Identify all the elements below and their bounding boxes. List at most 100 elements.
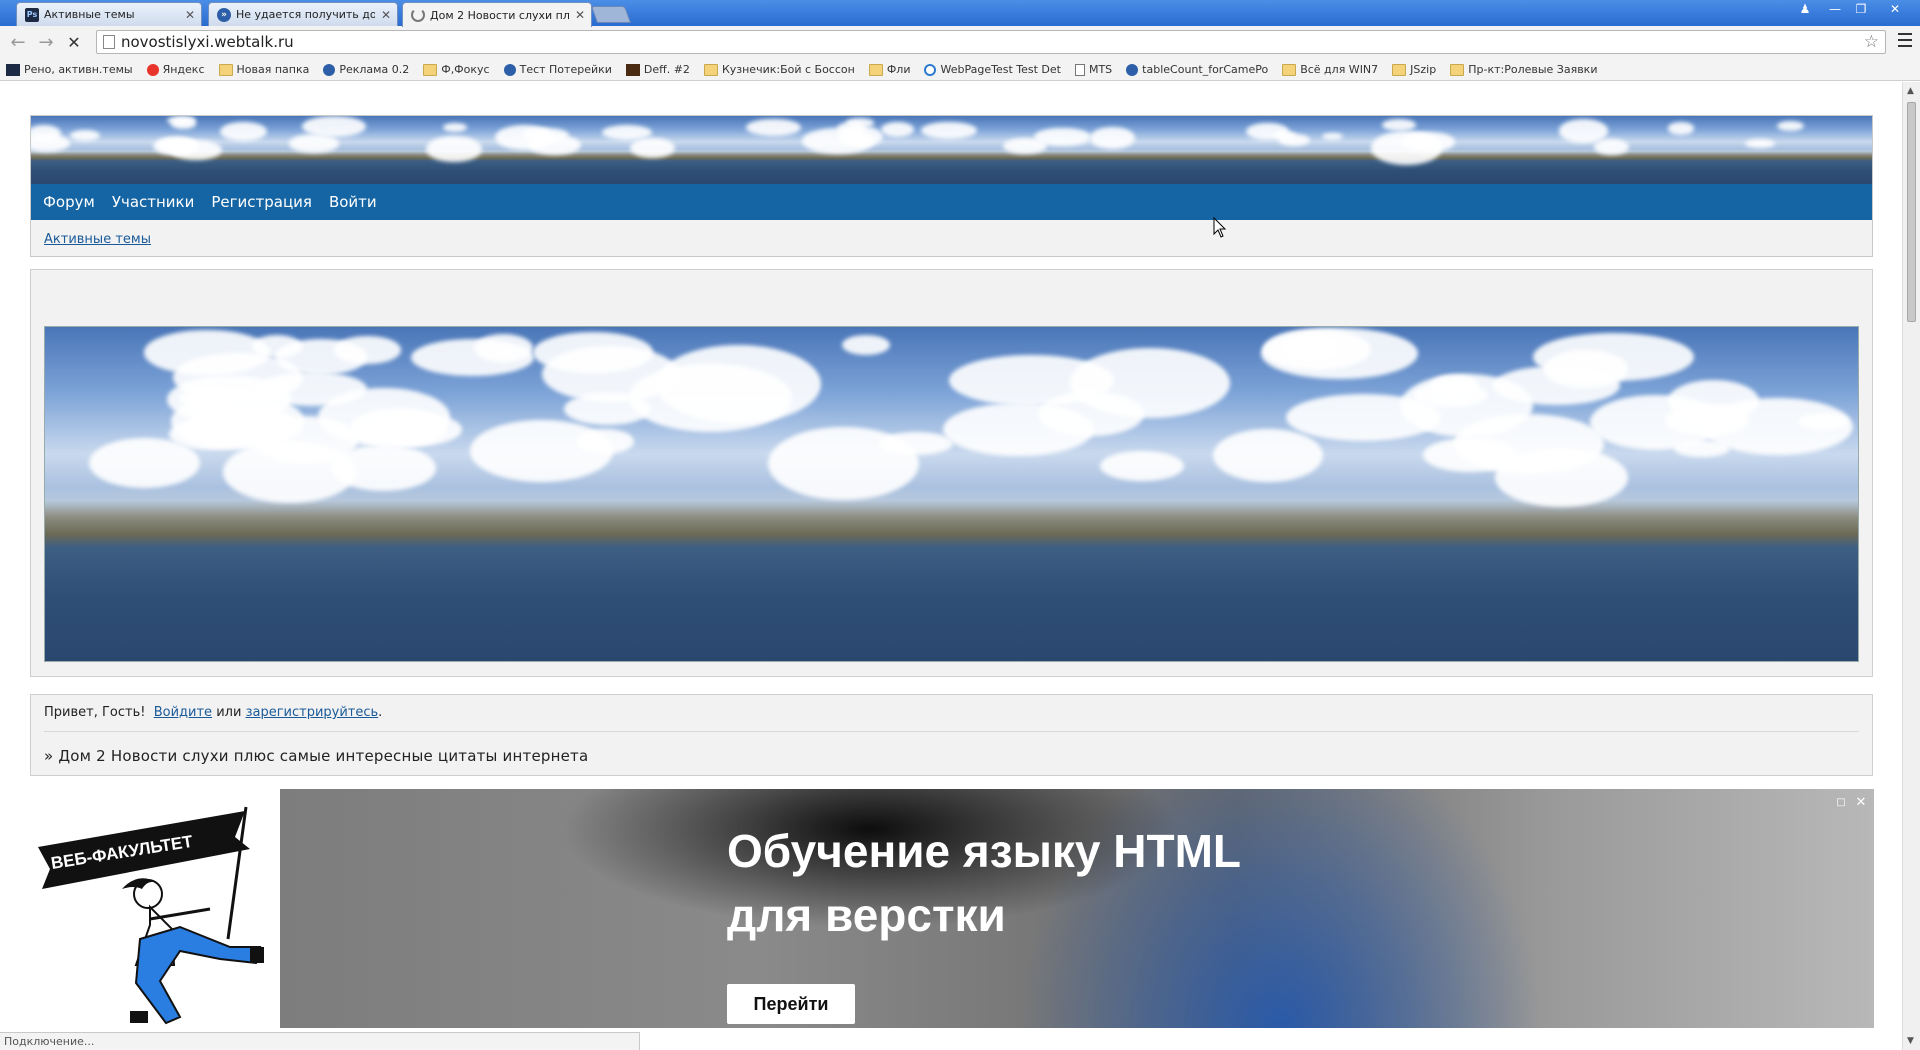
register-link[interactable]: зарегистрируйтесь: [246, 705, 379, 720]
bookmark-item[interactable]: Пр-кт:Ролевые Заявки: [1450, 63, 1597, 76]
bookmark-item[interactable]: Яндекс: [146, 63, 205, 76]
scroll-up-icon[interactable]: ▲: [1907, 86, 1914, 96]
folder-icon: [1450, 63, 1465, 76]
window-close-icon[interactable]: ✕: [1878, 0, 1912, 18]
nav-login[interactable]: Войти: [329, 193, 377, 211]
bookmark-item[interactable]: Ф,Фокус: [423, 63, 490, 76]
bookmark-item[interactable]: Фли: [868, 63, 911, 76]
greeting: Привет, Гость!: [44, 705, 146, 720]
wpt-icon: [924, 63, 937, 76]
ad-go-button[interactable]: Перейти: [727, 984, 855, 1024]
minimize-icon[interactable]: —: [1822, 0, 1848, 18]
close-icon[interactable]: ✕: [185, 8, 195, 22]
bookmark-label: Фли: [886, 63, 911, 76]
cloud-shape: [1263, 329, 1372, 370]
bookmark-item[interactable]: Реклама 0.2: [323, 63, 409, 76]
cloud-shape: [1371, 131, 1443, 165]
new-tab-button[interactable]: [590, 6, 632, 23]
cloud-shape: [575, 429, 634, 454]
cloud-shape: [302, 116, 366, 137]
tab-strip: Ps Активные темы ✕ » Не удается получить…: [0, 0, 1920, 27]
nav-register[interactable]: Регистрация: [211, 193, 312, 211]
cloud-shape: [171, 117, 196, 130]
stop-loading-icon[interactable]: ✕: [64, 32, 84, 52]
page-scrollbar[interactable]: ▲ ▼: [1902, 82, 1920, 1050]
ad-headline: Обучение языку HTML для верстки: [727, 819, 1427, 947]
breadcrumb-active-topics[interactable]: Активные темы: [44, 232, 151, 247]
user-icon[interactable]: ♟: [1792, 0, 1818, 18]
period: .: [378, 705, 383, 720]
cloud-shape: [949, 354, 1114, 407]
browser-window: Ps Активные темы ✕ » Не удается получить…: [0, 0, 1920, 1050]
folder-icon: [703, 63, 718, 76]
ad-headline-line1: Обучение языку HTML: [727, 825, 1241, 877]
forward-icon[interactable]: →: [36, 32, 56, 53]
or-text: или: [216, 705, 242, 720]
login-link[interactable]: Войдите: [154, 705, 212, 720]
ad-content[interactable]: Обучение языку HTML для верстки Перейти …: [280, 789, 1874, 1028]
bookmark-label: Реклама 0.2: [339, 63, 410, 76]
cloud-shape: [1558, 119, 1609, 143]
menu-icon[interactable]: [1898, 33, 1912, 47]
bookmark-label: Всё для WIN7: [1300, 63, 1379, 76]
cloud-shape: [410, 338, 535, 376]
cloud-shape: [881, 121, 915, 138]
ad-headline-line2: для верстки: [727, 889, 1006, 941]
forum-header: Форум Участники Регистрация Войти Активн…: [30, 115, 1873, 257]
blue-icon: [323, 63, 336, 76]
cloud-shape: [1399, 374, 1533, 438]
cloud-shape: [1494, 448, 1628, 507]
cloud-shape: [841, 334, 890, 355]
cloud-shape: [1777, 120, 1804, 131]
bookmark-item[interactable]: tableCount_forCamePo: [1126, 63, 1268, 76]
close-icon[interactable]: ✕: [575, 8, 585, 22]
bookmark-item[interactable]: MTS: [1074, 63, 1112, 76]
blue-icon: [503, 63, 516, 76]
cloud-shape: [1667, 122, 1695, 135]
folder-icon: [1392, 63, 1407, 76]
bookmark-star-icon[interactable]: ☆: [1864, 32, 1879, 52]
welcome-box: Привет, Гость! Войдите или зарегистрируй…: [30, 694, 1873, 776]
bookmark-item[interactable]: JSzip: [1392, 63, 1436, 76]
yandex-icon: [146, 63, 159, 76]
restore-icon[interactable]: ❐: [1848, 0, 1874, 18]
bookmark-item[interactable]: Кузнечик:Бой с Боссон: [703, 63, 855, 76]
url-text[interactable]: novostislyxi.webtalk.ru: [121, 33, 294, 51]
bookmark-label: tableCount_forCamePo: [1142, 63, 1269, 76]
tab-error-page[interactable]: » Не удается получить дост ✕: [208, 2, 398, 26]
bookmark-label: Новая папка: [236, 63, 310, 76]
tab-active-topics[interactable]: Ps Активные темы ✕: [16, 2, 202, 26]
tab-dom2-news[interactable]: Дом 2 Новости слухи плюс ✕: [402, 2, 592, 27]
back-icon[interactable]: ←: [8, 32, 28, 53]
folder-icon: [423, 63, 438, 76]
scroll-thumb[interactable]: [1907, 102, 1916, 322]
tab-title: Не удается получить дост: [236, 8, 375, 21]
ad-banner[interactable]: ВЕБ-ФАКУЛЬТЕТ Обучение языку HTML для ве…: [0, 789, 1874, 1028]
cloud-shape: [89, 437, 200, 488]
page-icon: [103, 35, 115, 49]
bookmark-item[interactable]: Тест Потерейки: [503, 63, 612, 76]
cloud-shape: [943, 402, 1094, 457]
close-icon[interactable]: ✕: [381, 8, 391, 22]
scroll-down-icon[interactable]: ▼: [1907, 1036, 1914, 1046]
ad-illustration: ВЕБ-ФАКУЛЬТЕТ: [0, 789, 280, 1028]
bookmark-item[interactable]: Всё для WIN7: [1282, 63, 1378, 76]
bookmark-item[interactable]: Рено, активн.темы: [6, 63, 133, 76]
cloud-shape: [533, 332, 653, 373]
ad-close-icon[interactable]: ✕: [1854, 795, 1868, 810]
bookmark-item[interactable]: Deff. #2: [625, 63, 690, 76]
nav-members[interactable]: Участники: [112, 193, 195, 211]
nav-forum[interactable]: Форум: [43, 193, 95, 211]
cloud-shape: [31, 133, 70, 152]
browser-toolbar: ← → ✕ novostislyxi.webtalk.ru ☆: [0, 26, 1920, 59]
bookmark-item[interactable]: WebPageTest Test Det: [924, 63, 1061, 76]
cloud-shape: [172, 352, 303, 402]
flag-runner-illustration: ВЕБ-ФАКУЛЬТЕТ: [38, 806, 264, 1025]
cloud-shape: [443, 123, 467, 132]
ad-info-icon[interactable]: □: [1834, 795, 1848, 809]
cloud-shape: [630, 138, 676, 159]
bookmark-label: Ф,Фокус: [441, 63, 490, 76]
bookmark-item[interactable]: Новая папка: [218, 63, 310, 76]
address-bar[interactable]: novostislyxi.webtalk.ru ☆: [96, 30, 1886, 54]
cloud-shape: [1212, 429, 1323, 483]
